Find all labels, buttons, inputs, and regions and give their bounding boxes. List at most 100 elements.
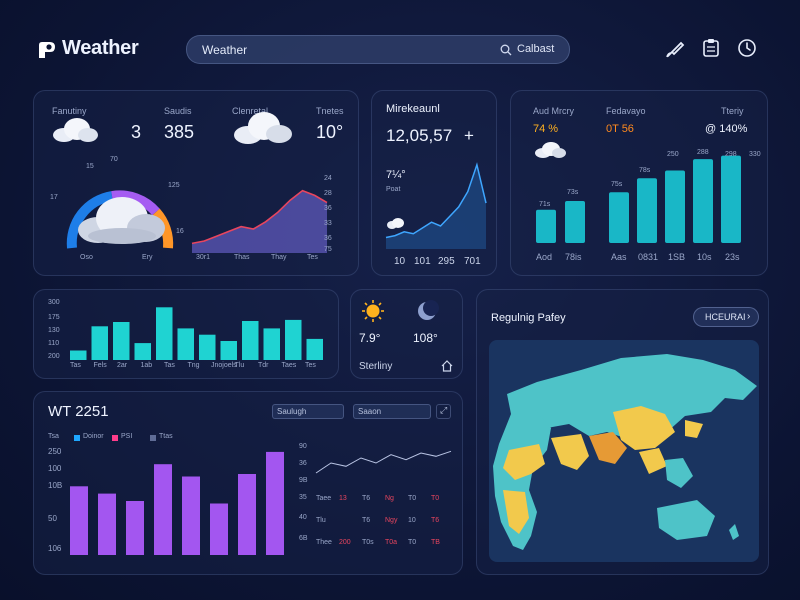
sun-icon bbox=[361, 299, 385, 323]
filter-button-1[interactable]: Saulugh bbox=[272, 404, 344, 419]
wt-bar bbox=[126, 501, 144, 555]
wt-right-y-label: 90 bbox=[299, 443, 307, 450]
world-map[interactable] bbox=[489, 340, 759, 562]
weather-label-1: Fanutiny bbox=[52, 106, 87, 116]
teal-bar bbox=[306, 338, 323, 360]
filter-button-2[interactable]: Saaon bbox=[353, 404, 431, 419]
table-cell: T0 bbox=[408, 539, 417, 546]
wt-right-y-label: 9B bbox=[299, 477, 308, 484]
weather-panel: Fanutiny Saudis Clenretal Tnetes 3 385 1… bbox=[33, 90, 359, 276]
table-cell: 200 bbox=[339, 539, 351, 546]
humidity-panel: Aud Mrcry Fedavayo Tteriy 74 % 0T 56 @ 1… bbox=[510, 90, 768, 276]
teal-bar bbox=[199, 334, 216, 360]
humidity-bar bbox=[693, 159, 713, 243]
teal-x-label: Tdr bbox=[258, 362, 269, 369]
table-cell: T6 bbox=[431, 517, 440, 524]
teal-bar bbox=[177, 328, 194, 360]
humidity-bar bbox=[609, 192, 629, 243]
market-line-chart bbox=[385, 162, 487, 249]
teal-x-label: Tas bbox=[164, 362, 175, 369]
temp-2: 108° bbox=[413, 331, 438, 345]
chevron-right-icon[interactable]: › bbox=[747, 311, 750, 322]
wt-right-y-label: 36 bbox=[299, 460, 307, 467]
humidity-top-label: 298 bbox=[725, 151, 737, 158]
area-y-label: 36 bbox=[324, 205, 332, 212]
area-y-label: 28 bbox=[324, 190, 332, 197]
teal-bar bbox=[134, 343, 151, 360]
bar-y-label: 175 bbox=[48, 314, 60, 321]
wt-left-label: Tsa bbox=[48, 433, 59, 440]
market-x-label: 701 bbox=[464, 256, 481, 267]
legend-label: Doinor bbox=[83, 433, 104, 440]
table-cell: Thee bbox=[316, 539, 332, 546]
wt-table: Taee 13 T6 Ng T0 T0 Tlu T6 Ngy 10 T6 Thee 200 T0s T0a T… bbox=[316, 495, 451, 555]
market-value: 12,05,57 bbox=[386, 126, 453, 145]
wt-right-y-label: 6B bbox=[299, 535, 308, 542]
bar-y-label: 130 bbox=[48, 327, 60, 334]
wt-title: WT 2251 bbox=[48, 403, 109, 420]
filter-button-1-label[interactable]: Saulugh bbox=[277, 407, 306, 416]
wt-y-label: 250 bbox=[48, 447, 62, 456]
expand-icon[interactable]: ⤢ bbox=[440, 405, 447, 416]
bar-y-label: 110 bbox=[48, 340, 60, 347]
table-cell: Ng bbox=[385, 495, 394, 502]
table-cell: T0 bbox=[408, 495, 417, 502]
area-x-label: Tes bbox=[307, 254, 318, 261]
cloud-icon bbox=[50, 117, 100, 143]
filter-button-2-label[interactable]: Saaon bbox=[358, 407, 381, 416]
area-fill bbox=[192, 190, 327, 253]
humidity-label: Fedavayo bbox=[606, 106, 646, 116]
sun-footer-label: Sterliny bbox=[359, 361, 393, 372]
search-button-label[interactable]: Calbast bbox=[517, 43, 554, 55]
humidity-bar bbox=[665, 170, 685, 243]
humidity-top-label: 75s bbox=[611, 181, 623, 188]
area-y-label: 24 bbox=[324, 175, 332, 182]
wt-right-y-label: 35 bbox=[299, 494, 307, 501]
search-input[interactable]: Weather bbox=[202, 43, 247, 57]
wt-y-label: 106 bbox=[48, 544, 62, 553]
table-cell: T0s bbox=[362, 539, 374, 546]
bar-y-label: 200 bbox=[48, 353, 60, 360]
wt-bar bbox=[210, 503, 228, 555]
humidity-top-label: 330 bbox=[749, 151, 761, 158]
market-plus: + bbox=[464, 126, 474, 145]
wt-panel: WT 2251 Saulugh Saaon ⤢ Tsa Doinor PSI Tta… bbox=[33, 391, 463, 575]
table-cell: 10 bbox=[408, 517, 416, 524]
wt-y-label: 50 bbox=[48, 514, 57, 523]
humidity-label: Aud Mrcry bbox=[533, 106, 575, 116]
brush-icon[interactable] bbox=[665, 39, 685, 59]
wt-y-label: 10B bbox=[48, 481, 63, 490]
map-button[interactable]: HCEURAI › bbox=[693, 307, 759, 327]
expand-button[interactable]: ⤢ bbox=[436, 404, 451, 419]
humidity-x-label: 0831 bbox=[638, 252, 659, 262]
humidity-top-label: 78s bbox=[639, 167, 651, 174]
humidity-value: 74 % bbox=[533, 123, 559, 135]
temp-1: 7.9° bbox=[359, 331, 381, 345]
wt-legend: Doinor PSI Ttas bbox=[74, 433, 184, 443]
map-drawing bbox=[493, 354, 757, 550]
clock-icon[interactable] bbox=[737, 38, 757, 58]
area-y-label: 36 bbox=[324, 235, 332, 242]
map-button-label[interactable]: HCEURAI bbox=[705, 312, 746, 322]
home-icon[interactable] bbox=[441, 360, 453, 372]
humidity-value: 0T 56 bbox=[606, 123, 634, 135]
table-cell: T0 bbox=[431, 495, 440, 502]
humidity-x-label: 10s bbox=[697, 252, 712, 262]
gauge-bottom-label: Ery bbox=[142, 254, 153, 261]
teal-bar bbox=[285, 319, 302, 360]
app-title: Weather bbox=[62, 37, 139, 59]
teal-bar bbox=[113, 322, 130, 360]
app-logo bbox=[36, 39, 58, 61]
search-icon[interactable] bbox=[500, 44, 512, 56]
clipboard-icon[interactable] bbox=[701, 38, 721, 58]
search-bar[interactable]: Weather Calbast bbox=[186, 35, 570, 64]
teal-bar bbox=[91, 326, 108, 360]
humidity-bar bbox=[536, 209, 556, 243]
weather-label-4: Tnetes bbox=[316, 106, 344, 116]
weather-value-1: 3 bbox=[131, 122, 142, 142]
teal-bar bbox=[220, 341, 237, 360]
teal-x-label: 1ab bbox=[140, 362, 153, 369]
humidity-top-label: 73s bbox=[567, 189, 579, 196]
humidity-bar bbox=[637, 178, 657, 243]
humidity-top-label: 71s bbox=[539, 201, 551, 208]
